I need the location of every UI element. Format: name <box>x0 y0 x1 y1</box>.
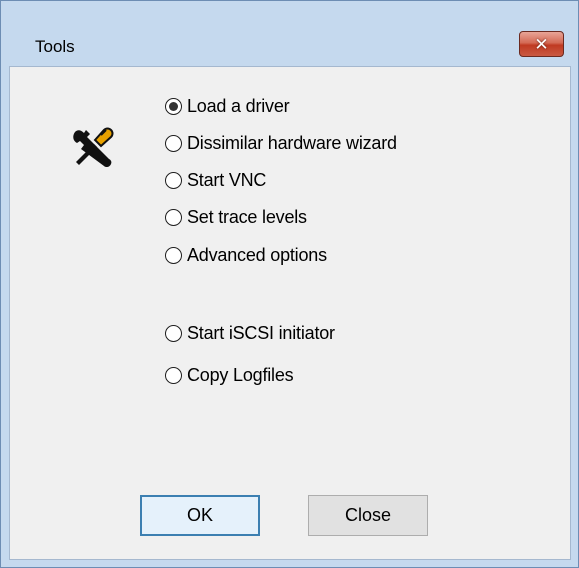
option-load-driver[interactable]: Load a driver <box>165 93 290 119</box>
radio-button[interactable] <box>165 246 182 264</box>
close-icon: ✕ <box>534 34 549 54</box>
option-label: Start VNC <box>187 169 267 190</box>
ok-button[interactable]: OK <box>140 495 260 536</box>
radio-button[interactable] <box>165 324 182 342</box>
option-start-iscsi-initiator[interactable]: Start iSCSI initiator <box>165 320 335 346</box>
radio-button[interactable] <box>165 134 182 152</box>
close-window-button[interactable]: ✕ <box>519 31 564 57</box>
close-button[interactable]: Close <box>308 495 428 536</box>
tools-dialog: Tools ✕ Load a driver Dissimilar hardwar… <box>0 0 579 568</box>
option-label: Load a driver <box>187 95 290 116</box>
option-label: Set trace levels <box>187 206 307 227</box>
option-label: Advanced options <box>187 244 327 265</box>
dialog-content: Load a driver Dissimilar hardware wizard… <box>9 66 571 560</box>
radio-selected-dot <box>169 101 178 111</box>
option-advanced-options[interactable]: Advanced options <box>165 242 327 268</box>
option-label: Copy Logfiles <box>187 364 294 385</box>
tools-icon <box>73 127 114 168</box>
radio-button[interactable] <box>165 97 182 115</box>
option-copy-logfiles[interactable]: Copy Logfiles <box>165 362 294 388</box>
radio-button[interactable] <box>165 208 182 226</box>
radio-button[interactable] <box>165 366 182 384</box>
window-title: Tools <box>35 37 75 56</box>
option-label: Start iSCSI initiator <box>187 322 335 343</box>
option-dissimilar-hardware-wizard[interactable]: Dissimilar hardware wizard <box>165 130 397 156</box>
option-label: Dissimilar hardware wizard <box>187 132 397 153</box>
option-set-trace-levels[interactable]: Set trace levels <box>165 204 307 230</box>
option-start-vnc[interactable]: Start VNC <box>165 167 266 193</box>
title-bar[interactable]: Tools ✕ <box>1 1 578 57</box>
radio-button[interactable] <box>165 171 182 189</box>
